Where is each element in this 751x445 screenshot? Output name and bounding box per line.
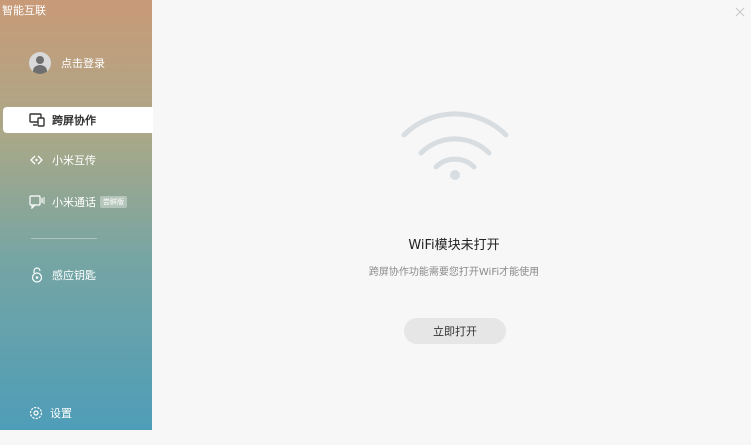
- login-label: 点击登录: [61, 57, 105, 70]
- settings-button[interactable]: 设置: [29, 405, 72, 421]
- sidebar-item-xiaomi-transfer[interactable]: 小米互传: [0, 147, 152, 173]
- sidebar: 智能互联 点击登录 跨屏协作 小米互传 小米通话 尝鲜版 感应钥匙 设置: [0, 0, 153, 430]
- sidebar-item-xiaomi-call[interactable]: 小米通话 尝鲜版: [0, 189, 152, 215]
- sidebar-item-screen-collab[interactable]: 跨屏协作: [3, 107, 153, 133]
- sidebar-item-label: 跨屏协作: [52, 114, 96, 127]
- app-title: 智能互联: [2, 4, 46, 17]
- status-description: 跨屏协作功能需要您打开WiFi才能使用: [368, 267, 540, 278]
- login-button[interactable]: 点击登录: [29, 52, 105, 74]
- close-icon: [735, 7, 745, 17]
- sidebar-item-label: 小米通话: [52, 196, 96, 209]
- gear-icon: [29, 406, 43, 420]
- call-icon: [29, 194, 45, 210]
- transfer-icon: [29, 152, 45, 168]
- sidebar-item-label: 小米互传: [52, 154, 96, 167]
- avatar: [29, 52, 51, 74]
- screen-collab-icon: [29, 112, 45, 128]
- wifi-icon: [400, 108, 510, 187]
- settings-label: 设置: [50, 407, 72, 420]
- open-wifi-button[interactable]: 立即打开: [404, 318, 506, 344]
- status-title: WiFi模块未打开: [408, 238, 500, 253]
- close-button[interactable]: [735, 2, 745, 17]
- beta-badge: 尝鲜版: [100, 196, 127, 208]
